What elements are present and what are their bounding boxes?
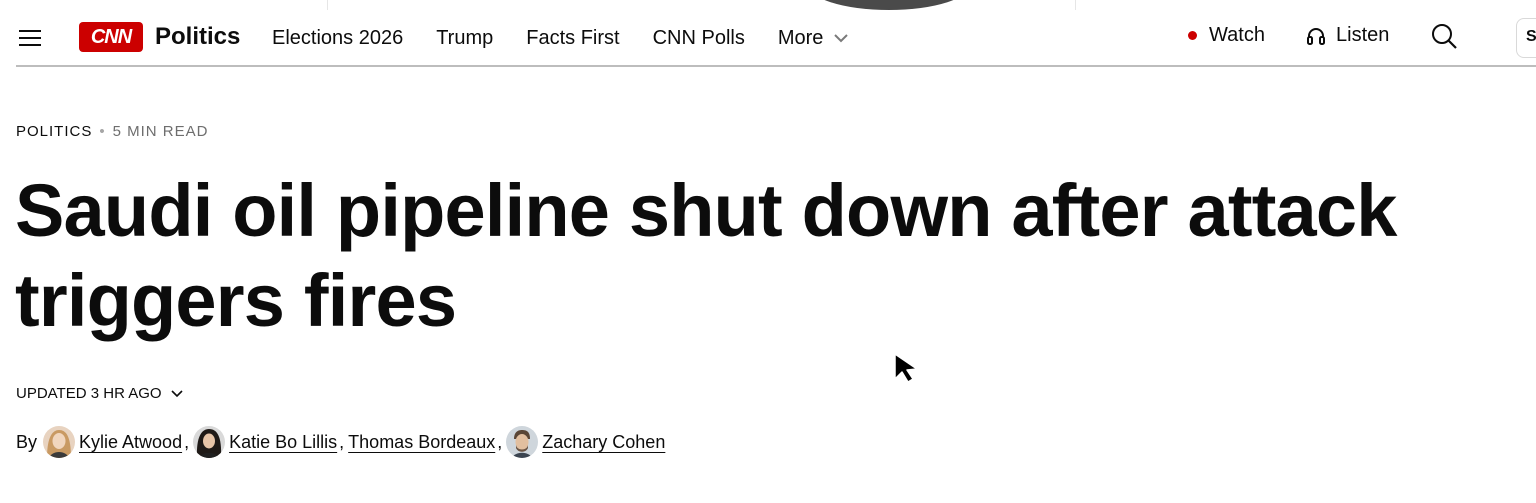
avatar xyxy=(506,426,539,458)
nav-more-button[interactable]: More xyxy=(778,27,850,50)
strip-divider xyxy=(327,0,328,10)
main-nav: Elections 2026 Trump Facts First CNN Pol… xyxy=(272,24,849,52)
nav-item-elections[interactable]: Elections 2026 xyxy=(272,27,403,50)
watch-button[interactable]: Watch xyxy=(1188,24,1265,47)
top-image-strip xyxy=(0,0,1536,10)
nav-item-facts-first[interactable]: Facts First xyxy=(526,27,619,50)
chevron-down-icon xyxy=(834,34,849,43)
cursor-icon xyxy=(894,353,918,383)
headphones-icon xyxy=(1307,27,1325,45)
read-time: 5 MIN READ xyxy=(112,123,209,140)
author-name: Katie Bo Lillis xyxy=(229,431,338,452)
section-name: Politics xyxy=(155,23,241,50)
author-separator: , xyxy=(339,431,345,452)
article-kicker: POLITICS • 5 MIN READ xyxy=(16,123,208,140)
nav-item-trump[interactable]: Trump xyxy=(436,27,493,50)
menu-button[interactable] xyxy=(16,25,44,51)
strip-image xyxy=(806,0,972,10)
author-name: Kylie Atwood xyxy=(79,431,183,452)
live-dot-icon xyxy=(1188,31,1197,40)
menu-icon xyxy=(19,30,41,32)
listen-button[interactable]: Listen xyxy=(1306,24,1389,47)
updated-label: UPDATED 3 HR AGO xyxy=(16,385,162,402)
author-link[interactable]: Kylie Atwood xyxy=(43,426,182,458)
sign-in-button[interactable]: S xyxy=(1516,18,1536,58)
menu-icon xyxy=(19,37,41,39)
author-separator: , xyxy=(497,431,503,452)
author-link[interactable]: Thomas Bordeaux xyxy=(348,432,495,453)
header-divider xyxy=(16,65,1536,67)
watch-label: Watch xyxy=(1209,24,1265,46)
search-button[interactable] xyxy=(1430,22,1460,52)
author-link[interactable]: Zachary Cohen xyxy=(506,426,665,458)
nav-item-cnn-polls[interactable]: CNN Polls xyxy=(653,27,745,50)
strip-divider xyxy=(1075,0,1076,10)
nav-more-label: More xyxy=(777,26,824,49)
author-separator: , xyxy=(184,431,190,452)
by-label: By xyxy=(16,431,38,452)
listen-label: Listen xyxy=(1336,24,1390,46)
menu-icon xyxy=(19,44,41,46)
cnn-logo: CNN xyxy=(79,22,143,52)
search-icon xyxy=(1432,24,1457,49)
article-headline: Saudi oil pipeline shut down after attac… xyxy=(15,169,1397,342)
chevron-down-icon xyxy=(171,390,183,398)
author-link[interactable]: Katie Bo Lillis xyxy=(193,426,337,458)
avatar xyxy=(193,426,226,458)
author-name: Zachary Cohen xyxy=(542,431,666,452)
author-name: Thomas Bordeaux xyxy=(348,431,496,452)
site-header: CNN Politics Elections 2026 Trump Facts … xyxy=(0,10,1536,66)
kicker-separator: • xyxy=(99,123,106,140)
byline: By Kylie Atwood , Katie Bo Lillis , Thom… xyxy=(16,426,665,458)
avatar xyxy=(43,426,76,458)
updated-timestamp-toggle[interactable]: UPDATED 3 HR AGO xyxy=(16,385,184,402)
logo-link[interactable]: CNN Politics xyxy=(79,22,240,52)
section-label[interactable]: POLITICS xyxy=(16,123,92,140)
